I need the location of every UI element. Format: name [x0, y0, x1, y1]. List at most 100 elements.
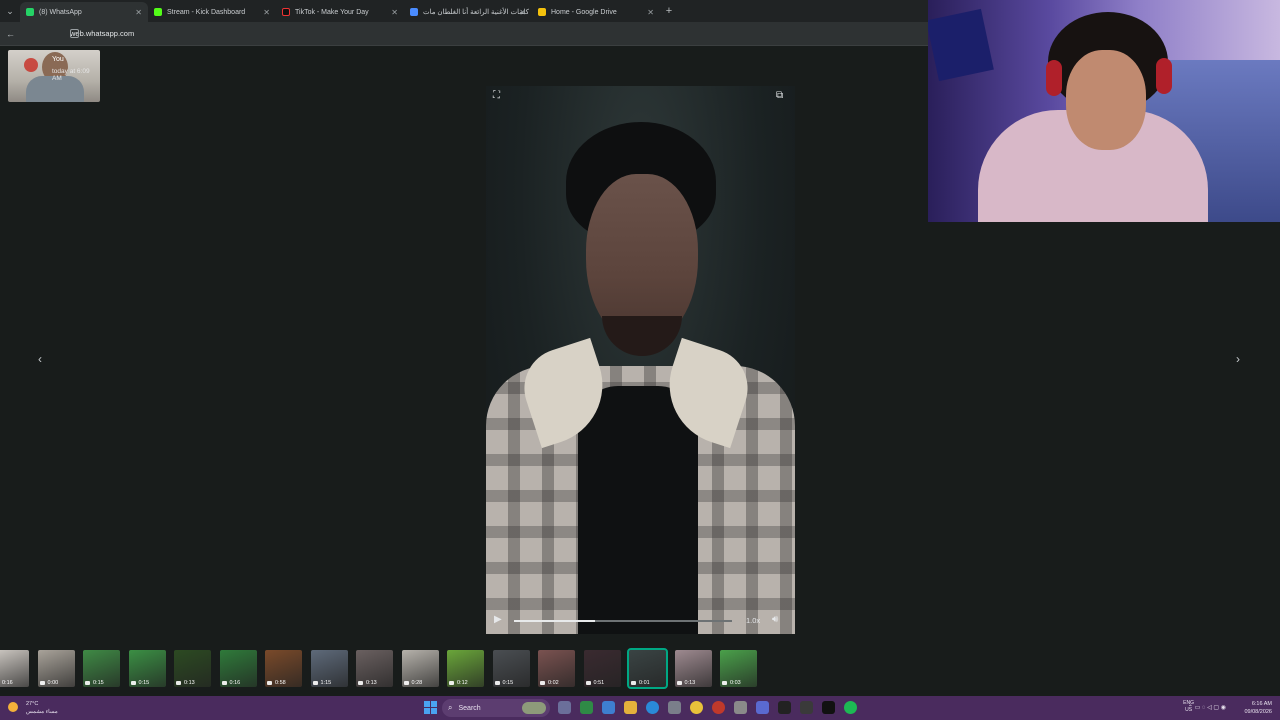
media-thumbnail[interactable]: 0:13 — [674, 650, 712, 687]
thumbnail-duration: 0:15 — [93, 680, 104, 686]
media-thumbnail[interactable]: 0:15 — [83, 650, 120, 687]
copilot-icon[interactable] — [602, 701, 615, 714]
video-camera-icon — [585, 681, 591, 685]
fullscreen-icon[interactable]: ⛶ — [493, 90, 500, 101]
popout-icon[interactable]: ⧉ — [776, 90, 783, 101]
tab-title: (8) WhatsApp — [39, 8, 82, 16]
media-thumbnail[interactable]: 0:00 — [37, 650, 75, 687]
headset-icon — [1156, 58, 1172, 94]
video-camera-icon — [85, 681, 90, 685]
terminal-icon[interactable] — [822, 701, 835, 714]
video-camera-icon — [267, 681, 272, 685]
tab-google-drive[interactable]: Home - Google Drive ✕ — [532, 2, 660, 22]
media-thumbnail[interactable]: 0:15 — [492, 650, 530, 687]
site-info-icon[interactable] — [70, 29, 79, 38]
search-icon: ⌕ — [448, 703, 453, 712]
headset-icon — [1046, 60, 1062, 96]
clock-time: 6:16 AM — [1251, 701, 1272, 707]
task-view-icon[interactable] — [558, 701, 571, 714]
status-badge — [24, 58, 38, 72]
weather-widget[interactable]: 27°C مساء مشمس — [8, 700, 58, 716]
media-thumbnail[interactable]: 0:16 — [0, 650, 29, 687]
video-camera-icon — [631, 681, 636, 685]
app-icon[interactable] — [800, 701, 813, 714]
store-icon[interactable] — [668, 701, 681, 714]
tab-lyrics[interactable]: كلمات الأغنية الرائعة أنا الغلطان مات ✕ — [404, 2, 532, 22]
media-thumbnail[interactable]: 0:13 — [356, 650, 393, 687]
capcut-icon[interactable] — [778, 701, 791, 714]
thumbnail-duration: 0:15 — [502, 680, 514, 686]
message-time: today at 6:09 AM — [52, 68, 90, 82]
next-media-arrow-icon[interactable]: › — [1236, 352, 1240, 366]
system-tray-icons[interactable]: ⌃ ▭ ◌ ◁ ▢ ◉ — [1188, 704, 1226, 711]
tab-search-chevron-icon[interactable]: ⌄ — [0, 0, 20, 22]
search-label: Search — [458, 704, 481, 712]
close-icon[interactable]: ✕ — [135, 8, 142, 17]
video-camera-icon — [176, 681, 181, 685]
media-thumbnail[interactable]: 0:12 — [447, 650, 484, 687]
media-thumbnail[interactable]: 0:28 — [401, 650, 439, 687]
video-player[interactable] — [486, 86, 795, 634]
media-thumbnail[interactable]: 0:13 — [174, 650, 211, 687]
thumbnail-duration: 0:15 — [138, 680, 150, 686]
previous-media-arrow-icon[interactable]: ‹ — [38, 352, 42, 366]
media-thumbnail[interactable]: 0:03 — [720, 650, 757, 687]
thumbnail-duration: 0:13 — [366, 680, 377, 686]
webcam-person-face — [1066, 50, 1146, 150]
chrome-icon[interactable] — [690, 701, 703, 714]
weather-temp: 27°C — [26, 701, 39, 707]
obs-icon[interactable] — [712, 701, 725, 714]
drive-favicon-icon — [538, 8, 546, 16]
media-thumbnail[interactable]: 0:51 — [583, 650, 621, 687]
app-icon[interactable] — [580, 701, 593, 714]
app-icon[interactable] — [734, 701, 747, 714]
video-camera-icon — [403, 681, 409, 685]
thumbnail-duration: 0:51 — [593, 680, 605, 686]
tab-whatsapp[interactable]: (8) WhatsApp ✕ — [20, 2, 148, 22]
sun-icon — [8, 702, 18, 712]
close-icon[interactable]: ✕ — [519, 8, 526, 17]
kick-favicon-icon — [154, 8, 162, 16]
thumbnail-duration: 0:12 — [457, 680, 468, 686]
back-arrow-icon[interactable]: ← — [6, 29, 20, 39]
tab-kick[interactable]: Stream - Kick Dashboard ✕ — [148, 2, 276, 22]
tiktok-favicon-icon — [282, 8, 290, 16]
close-icon[interactable]: ✕ — [263, 8, 270, 17]
media-thumbnail[interactable]: 0:58 — [265, 650, 302, 687]
video-progress-bar[interactable] — [514, 620, 732, 622]
play-icon[interactable]: ▶ — [494, 614, 502, 625]
windows-taskbar: 27°C مساء مشمس ⌕ Search ENG US ⌃ ▭ ◌ ◁ ▢… — [0, 696, 1280, 720]
video-camera-icon — [449, 681, 454, 685]
video-camera-icon — [312, 681, 318, 685]
close-icon[interactable]: ✕ — [647, 8, 654, 17]
taskbar-search[interactable]: ⌕ Search — [442, 699, 550, 717]
file-explorer-icon[interactable] — [624, 701, 637, 714]
video-subject-shirt — [578, 386, 698, 634]
media-thumbnail[interactable]: 0:15 — [128, 650, 166, 687]
edge-icon[interactable] — [646, 701, 659, 714]
media-thumbnail[interactable]: 1:15 — [310, 650, 348, 687]
volume-icon[interactable]: 🔊︎ — [772, 614, 778, 625]
thumbnail-duration: 1:15 — [320, 680, 332, 686]
tab-title: كلمات الأغنية الرائعة أنا الغلطان مات — [423, 9, 529, 16]
windows-start-icon[interactable] — [424, 701, 437, 714]
new-tab-button[interactable]: + — [660, 5, 678, 17]
close-icon[interactable]: ✕ — [391, 8, 398, 17]
spotify-icon[interactable] — [844, 701, 857, 714]
tab-tiktok[interactable]: TikTok - Make Your Day ✕ — [276, 2, 404, 22]
sender-name: You — [52, 56, 64, 63]
video-camera-icon — [540, 681, 545, 685]
thumbnail-duration: 0:00 — [47, 680, 59, 686]
video-camera-icon — [676, 681, 682, 685]
playback-speed-button[interactable]: 1.0x — [746, 616, 760, 625]
media-thumbnail[interactable]: 0:02 — [538, 650, 575, 687]
discord-icon[interactable] — [756, 701, 769, 714]
thumbnail-duration: 0:13 — [184, 680, 195, 686]
weather-desc: مساء مشمس — [26, 709, 58, 715]
tab-title: Home - Google Drive — [551, 8, 617, 16]
thumbnail-duration: 0:13 — [684, 680, 696, 686]
url-field[interactable]: web.whatsapp.com — [70, 29, 134, 38]
taskbar-clock[interactable]: 6:16 AM 09/08/2026 — [1244, 700, 1272, 716]
media-thumbnail[interactable]: 0:16 — [219, 650, 257, 687]
media-thumbnail[interactable]: 0:01 — [627, 648, 668, 689]
